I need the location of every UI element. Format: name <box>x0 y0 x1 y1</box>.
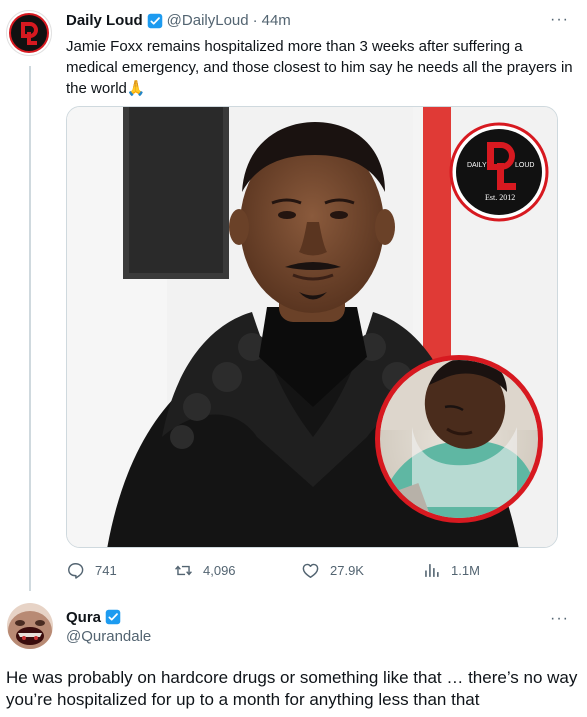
svg-text:DAILY: DAILY <box>467 162 487 169</box>
tweet-actions: 741 4,096 27.9K 1.1M <box>66 561 566 583</box>
views-chart-icon <box>425 564 439 577</box>
thread-line <box>29 66 31 591</box>
reply-button[interactable]: 741 <box>66 561 117 580</box>
avatar-image <box>7 603 53 649</box>
views-count: 1.1M <box>451 563 480 578</box>
reply-avatar[interactable] <box>7 603 53 649</box>
tweet-header: Daily Loud @DailyLoud · 44m <box>66 12 291 29</box>
heart-icon <box>302 563 319 578</box>
avatar[interactable] <box>6 10 52 56</box>
tweet-text: Jamie Foxx remains hospitalized more tha… <box>66 38 573 97</box>
like-button[interactable]: 27.9K <box>301 561 364 580</box>
views-button[interactable]: 1.1M <box>422 561 480 580</box>
svg-text:LOUD: LOUD <box>515 162 534 169</box>
like-count: 27.9K <box>330 563 364 578</box>
photo-jamie-foxx: DAILY LOUD Est. 2012 <box>67 107 557 547</box>
retweet-count: 4,096 <box>203 563 236 578</box>
author-name[interactable]: Daily Loud <box>66 12 143 29</box>
reply-count: 741 <box>95 563 117 578</box>
reply-author-name[interactable]: Qura <box>66 609 101 626</box>
reply-icon <box>68 563 84 579</box>
more-options-button[interactable]: ··· <box>550 12 569 28</box>
svg-text:Est. 2012: Est. 2012 <box>485 193 515 202</box>
retweet-icon <box>175 565 192 576</box>
reply-text: He was probably on hardcore drugs or som… <box>6 668 578 709</box>
daily-loud-watermark-logo: DAILY LOUD Est. 2012 <box>449 122 549 222</box>
author-handle[interactable]: @DailyLoud <box>167 12 249 29</box>
retweet-button[interactable]: 4,096 <box>174 561 236 580</box>
reply-more-options-button[interactable]: ··· <box>550 611 569 627</box>
separator-dot: · <box>252 12 258 29</box>
tweet[interactable]: Daily Loud @DailyLoud · 44m ··· Jamie Fo… <box>0 0 587 591</box>
verified-badge-icon <box>105 609 121 625</box>
daily-loud-logo-icon <box>21 22 38 45</box>
verified-badge-icon <box>147 13 162 28</box>
reply-author-handle[interactable]: @Qurandale <box>66 628 151 645</box>
reply-header: Qura <box>66 607 125 627</box>
timestamp[interactable]: 44m <box>262 12 291 29</box>
tweet-photo[interactable]: DAILY LOUD Est. 2012 <box>66 106 558 548</box>
